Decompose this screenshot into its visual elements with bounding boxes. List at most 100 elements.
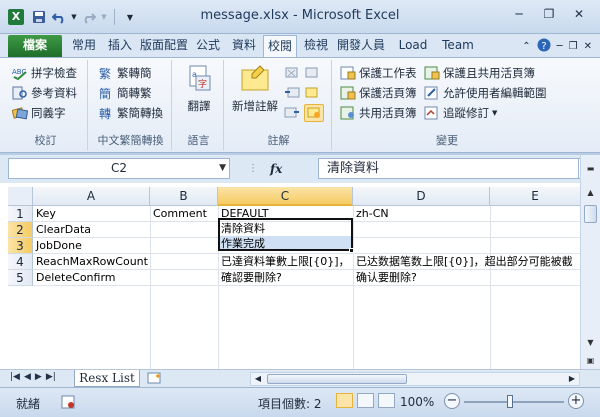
sheet-tab-resx-list[interactable]: Resx List bbox=[74, 370, 140, 387]
scroll-down-icon[interactable]: ▼ bbox=[583, 335, 598, 350]
row-header-4[interactable]: 4 bbox=[8, 254, 33, 270]
protect-sheet-button[interactable]: 保護工作表 bbox=[340, 64, 417, 82]
macro-record-icon[interactable] bbox=[60, 394, 76, 410]
zoom-out-button[interactable]: − bbox=[444, 393, 460, 409]
cell-c5[interactable]: 確認要刪除? bbox=[219, 270, 282, 286]
column-header-b[interactable]: B bbox=[150, 187, 218, 206]
next-comment-button[interactable] bbox=[284, 104, 300, 122]
page-layout-view-icon[interactable] bbox=[357, 393, 374, 408]
cell-a1[interactable]: Key bbox=[34, 206, 56, 222]
window-restore-icon[interactable]: ❐ bbox=[569, 41, 578, 52]
spelling-button[interactable]: ABC 拼字檢查 bbox=[12, 64, 77, 82]
scroll-left-icon[interactable]: ◀ bbox=[251, 373, 265, 385]
thesaurus-icon bbox=[11, 106, 29, 120]
protect-workbook-button[interactable]: 保護活頁簿 bbox=[340, 84, 417, 102]
cell-c1[interactable]: DEFAULT bbox=[219, 206, 269, 222]
allow-users-edit-ranges-button[interactable]: 允許使用者編輯範圍 bbox=[424, 84, 547, 102]
vertical-scrollbar[interactable]: ▬ ▲ ▼ ▣ bbox=[580, 155, 600, 369]
traditional-to-simplified-button[interactable]: 繁 繁轉簡 bbox=[98, 64, 152, 82]
restore-button[interactable]: ❐ bbox=[534, 4, 564, 24]
close-button[interactable]: ✕ bbox=[564, 4, 594, 24]
formula-input[interactable]: 清除資料 bbox=[318, 158, 578, 179]
thesaurus-button[interactable]: 同義字 bbox=[11, 104, 66, 122]
insert-function-button[interactable]: fx bbox=[270, 162, 282, 176]
name-box-dropdown-icon[interactable]: ▼ bbox=[219, 159, 226, 178]
last-sheet-icon[interactable]: ▶| bbox=[46, 372, 56, 382]
cell-a5[interactable]: DeleteConfirm bbox=[34, 270, 116, 286]
cell-a3[interactable]: JobDone bbox=[34, 238, 82, 254]
cell-a4[interactable]: ReachMaxRowCount bbox=[34, 254, 148, 270]
row-header-3[interactable]: 3 bbox=[8, 238, 33, 254]
cell-d4[interactable]: 已达数据笔数上限[{0}]，超出部分可能被截 bbox=[354, 254, 580, 270]
tab-team[interactable]: Team bbox=[440, 35, 476, 57]
vertical-scroll-thumb[interactable] bbox=[584, 205, 597, 223]
tab-home[interactable]: 常用 bbox=[68, 35, 100, 57]
cell-b1[interactable]: Comment bbox=[151, 206, 207, 222]
zoom-slider-track[interactable] bbox=[464, 401, 564, 403]
zoom-slider-thumb[interactable] bbox=[507, 395, 513, 408]
name-box[interactable]: C2 ▼ bbox=[8, 158, 230, 179]
track-changes-button[interactable]: 追蹤修訂 ▼ bbox=[424, 104, 497, 122]
delete-comment-button[interactable] bbox=[284, 64, 300, 82]
translate-button[interactable]: a字 翻譯 bbox=[180, 64, 218, 114]
prev-sheet-icon[interactable]: ◀ bbox=[24, 372, 31, 382]
formula-drag-handle-icon[interactable]: ⋮ bbox=[248, 163, 258, 174]
cell-c2[interactable]: 清除資料 bbox=[219, 221, 265, 237]
zoom-level[interactable]: 100% bbox=[400, 395, 434, 409]
zoom-in-button[interactable]: + bbox=[568, 393, 584, 409]
select-all-corner[interactable] bbox=[8, 187, 33, 206]
show-all-comments-button[interactable] bbox=[304, 104, 324, 122]
horizontal-scrollbar[interactable]: ◀ ▶ bbox=[250, 372, 580, 386]
cell-a2[interactable]: ClearData bbox=[34, 222, 91, 238]
worksheet-grid[interactable]: A B C D E 1 Key Comment DEFAULT zh-CN 2 … bbox=[0, 183, 600, 369]
window-minimize-icon[interactable]: ─ bbox=[557, 41, 563, 52]
tab-view[interactable]: 檢視 bbox=[300, 35, 332, 57]
column-header-e[interactable]: E bbox=[490, 187, 580, 206]
gridline bbox=[150, 206, 151, 369]
insert-sheet-icon[interactable] bbox=[145, 371, 165, 386]
row-header-2[interactable]: 2 bbox=[8, 222, 33, 238]
first-sheet-icon[interactable]: |◀ bbox=[10, 372, 20, 382]
tab-file[interactable]: 檔案 bbox=[8, 35, 62, 57]
cell-d1[interactable]: zh-CN bbox=[354, 206, 389, 222]
row-header-1[interactable]: 1 bbox=[8, 206, 33, 222]
fill-handle[interactable] bbox=[349, 248, 354, 253]
chinese-conversion-button[interactable]: 轉 繁簡轉換 bbox=[98, 104, 163, 122]
scroll-up-icon[interactable]: ▲ bbox=[583, 185, 598, 200]
group-label-language: 語言 bbox=[187, 134, 210, 147]
next-sheet-icon[interactable]: ▶ bbox=[35, 372, 42, 382]
show-comment-button[interactable] bbox=[304, 84, 320, 102]
research-button[interactable]: 參考資料 bbox=[12, 84, 77, 102]
collapse-ribbon-icon[interactable]: ⌃ bbox=[522, 41, 530, 52]
column-header-d[interactable]: D bbox=[353, 187, 490, 206]
help-icon[interactable]: ? bbox=[537, 38, 551, 55]
cell-c4[interactable]: 已達資料筆數上限[{0}]， bbox=[219, 254, 353, 270]
new-comment-button[interactable]: 新增註解 bbox=[228, 64, 282, 114]
page-break-view-icon[interactable] bbox=[378, 393, 395, 408]
tab-insert[interactable]: 插入 bbox=[104, 35, 136, 57]
row-header-5[interactable]: 5 bbox=[8, 270, 33, 286]
tab-page-layout[interactable]: 版面配置 bbox=[140, 35, 188, 57]
protect-share-workbook-button[interactable]: 保護且共用活頁簿 bbox=[424, 64, 535, 82]
window-close-icon[interactable]: ✕ bbox=[584, 41, 592, 52]
comment-settings-button[interactable] bbox=[304, 64, 320, 82]
tab-load-test[interactable]: Load Test bbox=[390, 35, 436, 57]
normal-view-icon[interactable] bbox=[336, 393, 353, 408]
tab-review[interactable]: 校閱 bbox=[263, 35, 297, 57]
tab-formulas[interactable]: 公式 bbox=[192, 35, 224, 57]
minimize-button[interactable]: ─ bbox=[504, 4, 534, 24]
column-header-c[interactable]: C bbox=[218, 187, 353, 206]
horizontal-scroll-thumb[interactable] bbox=[267, 374, 407, 384]
column-header-a[interactable]: A bbox=[33, 187, 150, 206]
simplified-to-traditional-button[interactable]: 簡 簡轉繁 bbox=[98, 84, 152, 102]
previous-comment-button[interactable] bbox=[284, 84, 300, 102]
split-box-icon[interactable]: ▬ bbox=[583, 161, 598, 176]
sheet-view-icon[interactable]: ▣ bbox=[583, 353, 598, 368]
share-workbook-button[interactable]: 共用活頁簿 bbox=[340, 104, 417, 122]
view-buttons bbox=[336, 393, 395, 408]
cell-c3[interactable]: 作業完成 bbox=[219, 236, 265, 252]
tab-developer[interactable]: 開發人員 bbox=[336, 35, 386, 57]
cell-d5[interactable]: 确认要删除? bbox=[354, 270, 417, 286]
tab-data[interactable]: 資料 bbox=[228, 35, 260, 57]
scroll-right-icon[interactable]: ▶ bbox=[565, 373, 579, 385]
